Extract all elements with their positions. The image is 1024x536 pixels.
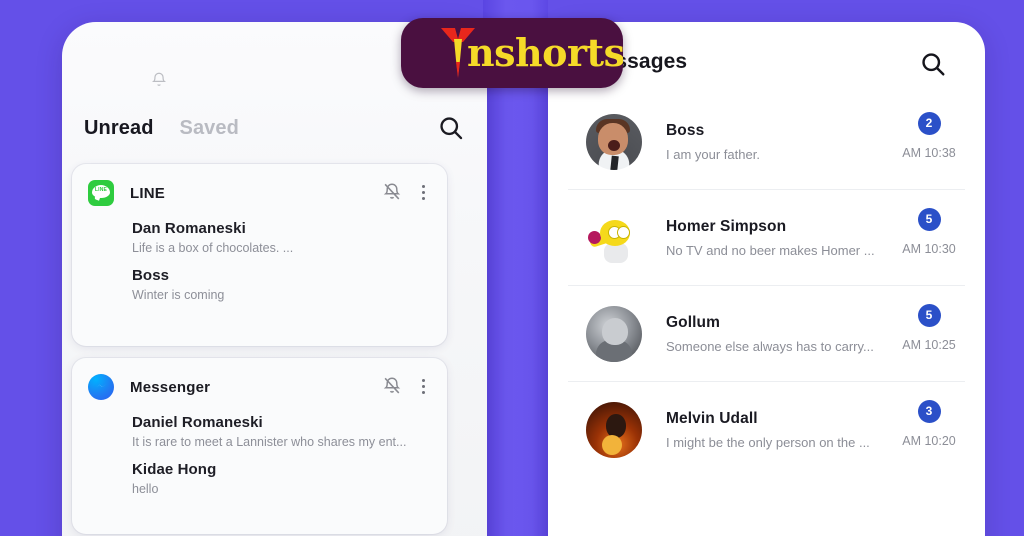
unread-badge: 3 (917, 400, 941, 423)
tab-saved[interactable]: Saved (180, 117, 239, 140)
inshorts-logo-badge: nshorts (401, 18, 623, 88)
conversation-meta: 2 AM 10:38 (893, 112, 965, 160)
avatar-boss (586, 113, 642, 170)
notifications-panel: Unread Saved LINE LINE Dan Romaneski Lif… (62, 22, 487, 536)
card-actions (381, 180, 431, 204)
conversation-meta: 3 AM 10:20 (893, 400, 965, 448)
conversation-name: Homer Simpson (666, 217, 787, 235)
unread-badge: 2 (917, 112, 941, 135)
conversation-text: Boss I am your father. (666, 122, 893, 162)
notification-message: Dan Romaneski Life is a box of chocolate… (88, 220, 431, 255)
avatar-gollum (586, 305, 642, 362)
message-sender: Kidae Hong (132, 461, 217, 478)
conversation-preview: Someone else always has to carry... (666, 338, 874, 354)
conversation-time: AM 10:38 (902, 146, 956, 160)
screenshot-root: Unread Saved LINE LINE Dan Romaneski Lif… (0, 0, 1024, 536)
conversation-text: Melvin Udall I might be the only person … (666, 410, 893, 450)
card-header: LINE LINE (88, 176, 431, 210)
conversation-row[interactable]: Melvin Udall I might be the only person … (568, 382, 965, 477)
unread-badge: 5 (917, 208, 941, 231)
conversation-time: AM 10:20 (902, 434, 956, 448)
messages-panel: Messages Boss I am your father. 2 AM 10:… (548, 22, 985, 536)
notification-message: Boss Winter is coming (88, 267, 431, 302)
line-app-icon: LINE (88, 180, 114, 206)
conversation-text: Gollum Someone else always has to carry.… (666, 314, 893, 354)
message-preview: It is rare to meet a Lannister who share… (132, 435, 407, 449)
notification-card-messenger[interactable]: Messenger Daniel Romaneski It is rare to… (72, 358, 447, 534)
message-preview: Winter is coming (132, 288, 225, 302)
conversation-time: AM 10:30 (902, 242, 956, 256)
conversation-time: AM 10:25 (902, 338, 956, 352)
kebab-menu-icon[interactable] (415, 181, 431, 203)
bell-off-icon[interactable] (381, 374, 403, 398)
unread-badge: 5 (917, 304, 941, 327)
app-name: LINE (130, 184, 165, 202)
conversation-row[interactable]: Boss I am your father. 2 AM 10:38 (568, 94, 965, 190)
conversation-name: Melvin Udall (666, 409, 758, 427)
conversation-name: Gollum (666, 313, 720, 331)
conversation-text: Homer Simpson No TV and no beer makes Ho… (666, 218, 893, 258)
message-preview: hello (132, 482, 159, 496)
conversation-preview: I might be the only person on the ... (666, 434, 870, 450)
inshorts-wordmark: nshorts (467, 30, 623, 75)
notification-message: Daniel Romaneski It is rare to meet a La… (88, 414, 431, 449)
conversation-meta: 5 AM 10:30 (893, 208, 965, 256)
app-name: Messenger (130, 378, 211, 396)
message-sender: Daniel Romaneski (132, 414, 263, 431)
search-icon[interactable] (919, 50, 947, 78)
messenger-app-icon (88, 374, 114, 400)
messenger-bolt-icon (95, 384, 107, 388)
card-actions (381, 374, 431, 398)
conversation-name: Boss (666, 121, 705, 139)
message-sender: Dan Romaneski (132, 220, 246, 237)
conversation-row[interactable]: Gollum Someone else always has to carry.… (568, 286, 965, 382)
avatar-homer-simpson (586, 209, 642, 266)
card-header: Messenger (88, 370, 431, 404)
bell-off-icon[interactable] (381, 180, 403, 204)
bell-icon (151, 72, 167, 86)
conversation-preview: No TV and no beer makes Homer ... (666, 242, 875, 258)
notification-message: Kidae Hong hello (88, 461, 431, 496)
notification-card-line[interactable]: LINE LINE Dan Romaneski Life is a box of… (72, 164, 447, 346)
tab-unread[interactable]: Unread (84, 117, 154, 140)
search-icon[interactable] (437, 114, 465, 142)
kebab-menu-icon[interactable] (415, 375, 431, 397)
message-preview: Life is a box of chocolates. ... (132, 241, 294, 255)
conversation-meta: 5 AM 10:25 (893, 304, 965, 352)
notifications-tabs: Unread Saved (84, 104, 469, 152)
conversation-preview: I am your father. (666, 146, 760, 162)
message-sender: Boss (132, 267, 170, 284)
conversation-row[interactable]: Homer Simpson No TV and no beer makes Ho… (568, 190, 965, 286)
avatar-melvin-udall (586, 401, 642, 458)
